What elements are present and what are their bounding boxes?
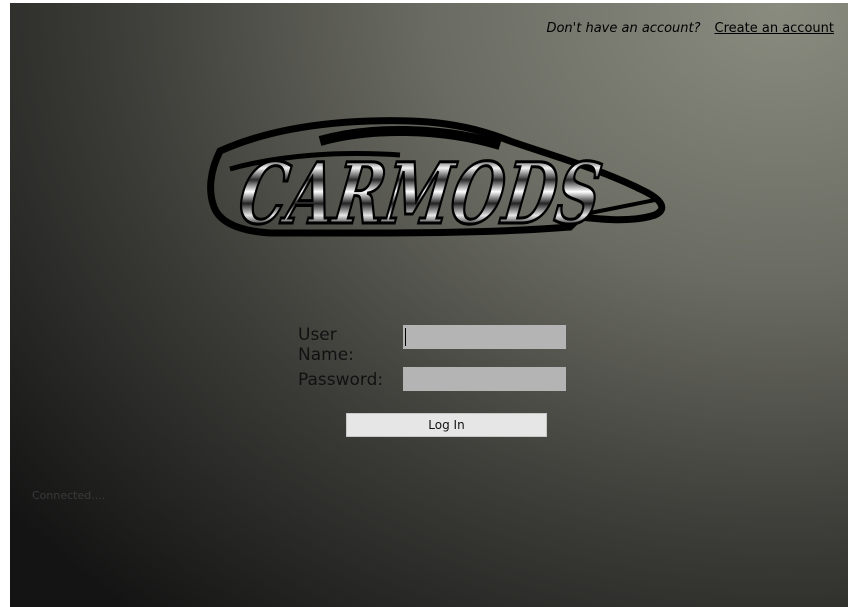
password-label: Password: xyxy=(298,370,384,390)
text-caret xyxy=(405,328,406,346)
no-account-prompt: Don't have an account? xyxy=(546,21,701,36)
create-account-link[interactable]: Create an account xyxy=(715,21,834,36)
login-button[interactable]: Log In xyxy=(346,413,547,437)
login-window: Don't have an account? Create an account… xyxy=(10,3,848,607)
carmods-logo: CARMODS xyxy=(207,117,666,244)
password-input[interactable] xyxy=(403,367,566,391)
username-input[interactable] xyxy=(403,325,566,349)
logo-wordmark: CARMODS xyxy=(233,144,607,243)
account-prompt-row: Don't have an account? Create an account xyxy=(546,21,834,36)
connection-status: Connected.... xyxy=(32,489,106,502)
password-row: Password: xyxy=(298,370,383,390)
username-row: User Name: xyxy=(298,325,354,365)
username-label: User Name: xyxy=(298,325,354,365)
